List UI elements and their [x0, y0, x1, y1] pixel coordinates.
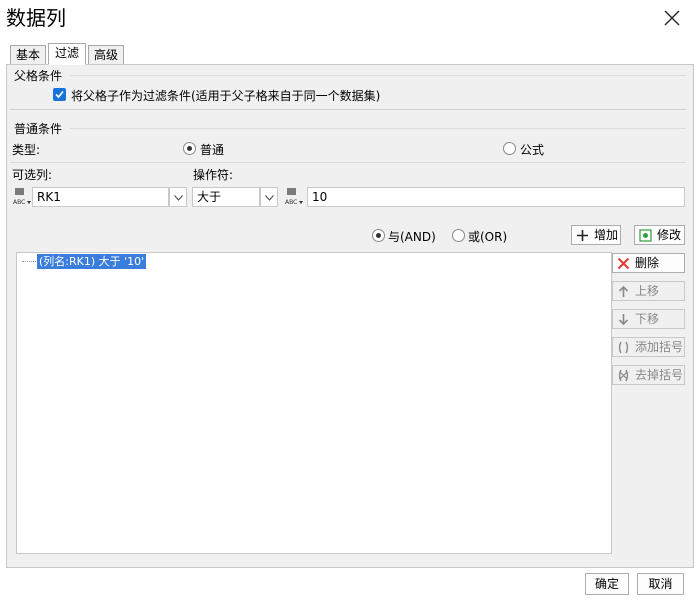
- abc-value-icon[interactable]: ABC: [284, 186, 304, 206]
- logic-or-radio[interactable]: [452, 229, 465, 242]
- delete-label: 删除: [635, 256, 660, 270]
- tab-filter[interactable]: 过滤: [48, 43, 86, 65]
- check-icon: [55, 90, 64, 99]
- plus-icon: [577, 230, 588, 241]
- add-bracket-label: 添加括号: [635, 340, 684, 354]
- tree-connector: [22, 261, 36, 262]
- add-button[interactable]: 增加: [571, 225, 621, 245]
- chevron-down-icon: [174, 195, 183, 201]
- arrow-down-icon: [618, 314, 629, 326]
- edit-icon: [639, 229, 652, 242]
- add-bracket-button[interactable]: 添加括号: [612, 337, 685, 357]
- condition-item[interactable]: (列名:RK1) 大于 '10': [37, 254, 147, 269]
- logic-and-radio[interactable]: [372, 229, 385, 242]
- modify-button[interactable]: 修改: [634, 225, 685, 245]
- svg-text:ABC: ABC: [13, 199, 25, 206]
- type-formula-label: 公式: [520, 143, 545, 157]
- ok-button[interactable]: 确定: [585, 573, 629, 595]
- svg-text:ABC: ABC: [285, 199, 297, 206]
- section-divider: [10, 109, 686, 110]
- column-select-dropdown[interactable]: [169, 187, 187, 207]
- type-normal-radio[interactable]: [183, 142, 196, 155]
- remove-bracket-label: 去掉括号: [635, 368, 684, 382]
- value-input[interactable]: 10: [307, 187, 685, 207]
- close-button[interactable]: [652, 2, 692, 34]
- operator-select-dropdown[interactable]: [260, 187, 278, 207]
- cancel-button[interactable]: 取消: [637, 573, 684, 595]
- delete-x-icon: [617, 257, 630, 270]
- logic-and-label: 与(AND): [388, 230, 436, 244]
- move-down-label: 下移: [635, 312, 660, 326]
- modify-label: 修改: [657, 228, 682, 242]
- tab-advanced[interactable]: 高级: [88, 45, 124, 65]
- move-up-label: 上移: [635, 284, 660, 298]
- remove-bracket-icon: [618, 369, 629, 382]
- add-label: 增加: [594, 228, 619, 242]
- section-divider: [70, 75, 686, 76]
- section-divider: [10, 162, 686, 163]
- add-bracket-icon: [618, 341, 629, 354]
- column-select[interactable]: RK1: [32, 187, 169, 207]
- section-divider: [70, 128, 686, 129]
- normal-condition-title: 普通条件: [14, 122, 63, 136]
- move-up-button[interactable]: 上移: [612, 281, 685, 301]
- type-label: 类型:: [12, 143, 41, 157]
- tab-basic[interactable]: 基本: [10, 45, 46, 65]
- operator-label: 操作符:: [193, 168, 234, 182]
- close-icon: [664, 10, 680, 26]
- operator-select[interactable]: 大于: [192, 187, 260, 207]
- parent-filter-label: 将父格子作为过滤条件(适用于父子格来自于同一个数据集): [71, 89, 381, 103]
- type-formula-radio[interactable]: [503, 142, 516, 155]
- chevron-down-icon: [265, 195, 274, 201]
- condition-list[interactable]: (列名:RK1) 大于 '10': [16, 252, 612, 554]
- parent-condition-title: 父格条件: [14, 69, 63, 83]
- logic-or-label: 或(OR): [468, 230, 508, 244]
- abc-column-icon: ABC: [13, 188, 31, 206]
- column-label: 可选列:: [12, 168, 53, 182]
- parent-filter-checkbox[interactable]: [53, 88, 66, 101]
- type-normal-label: 普通: [200, 143, 225, 157]
- remove-bracket-button[interactable]: 去掉括号: [612, 365, 685, 385]
- data-column-dialog: 数据列 基本 过滤 高级 父格条件 将父格子作为过滤条件(适用于父子格来自于同一…: [0, 0, 700, 600]
- arrow-up-icon: [618, 285, 629, 297]
- dialog-title: 数据列: [6, 6, 66, 30]
- delete-button[interactable]: 删除: [612, 253, 685, 273]
- move-down-button[interactable]: 下移: [612, 309, 685, 329]
